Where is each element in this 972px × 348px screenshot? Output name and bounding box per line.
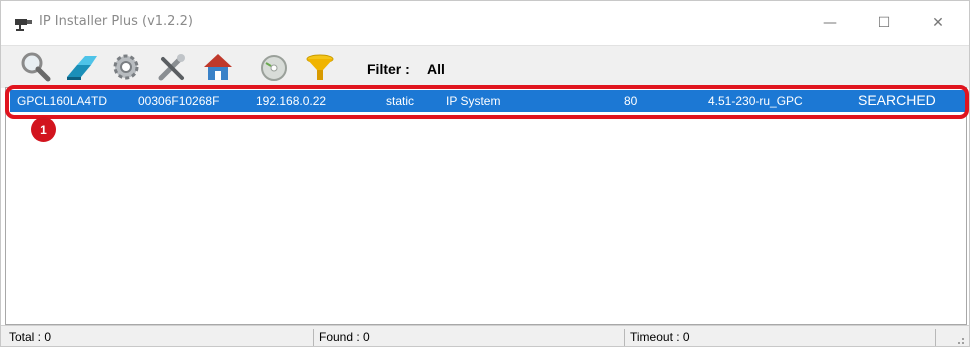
search-icon[interactable] — [19, 51, 53, 83]
device-list[interactable]: GPCL160LA4TD 00306F10268F 192.168.0.22 s… — [5, 85, 969, 325]
app-window: IP Installer Plus (v1.2.2) — ☐ ✕ Filter … — [0, 0, 970, 347]
status-separator — [935, 329, 936, 346]
disc-icon[interactable] — [257, 51, 291, 83]
app-camera-icon — [14, 16, 34, 31]
minimize-icon: — — [823, 15, 837, 31]
status-timeout: Timeout : 0 — [630, 330, 690, 344]
resize-grip-icon[interactable] — [953, 334, 965, 346]
filter-value: All — [427, 61, 445, 77]
minimize-button[interactable]: — — [807, 1, 853, 45]
tools-icon[interactable] — [155, 51, 189, 83]
close-button[interactable]: ✕ — [915, 1, 961, 45]
annotation-highlight-box — [5, 85, 969, 119]
status-separator — [624, 329, 625, 346]
maximize-button[interactable]: ☐ — [861, 1, 907, 45]
eraser-icon[interactable] — [63, 51, 97, 83]
settings-gear-icon[interactable] — [109, 51, 143, 83]
filter-funnel-icon[interactable] — [303, 51, 337, 83]
close-icon: ✕ — [932, 15, 944, 31]
home-network-icon[interactable] — [201, 51, 235, 83]
title-bar[interactable]: IP Installer Plus (v1.2.2) — ☐ ✕ — [1, 1, 969, 45]
status-separator — [313, 329, 314, 346]
status-bar: Total : 0 Found : 0 Timeout : 0 — [1, 325, 969, 346]
window-title: IP Installer Plus (v1.2.2) — [39, 14, 193, 29]
status-total: Total : 0 — [9, 330, 52, 344]
filter-label: Filter : — [367, 61, 410, 77]
maximize-icon: ☐ — [877, 15, 891, 31]
toolbar: Filter : All — [1, 45, 969, 88]
annotation-badge: 1 — [31, 117, 56, 142]
status-found: Found : 0 — [319, 330, 370, 344]
